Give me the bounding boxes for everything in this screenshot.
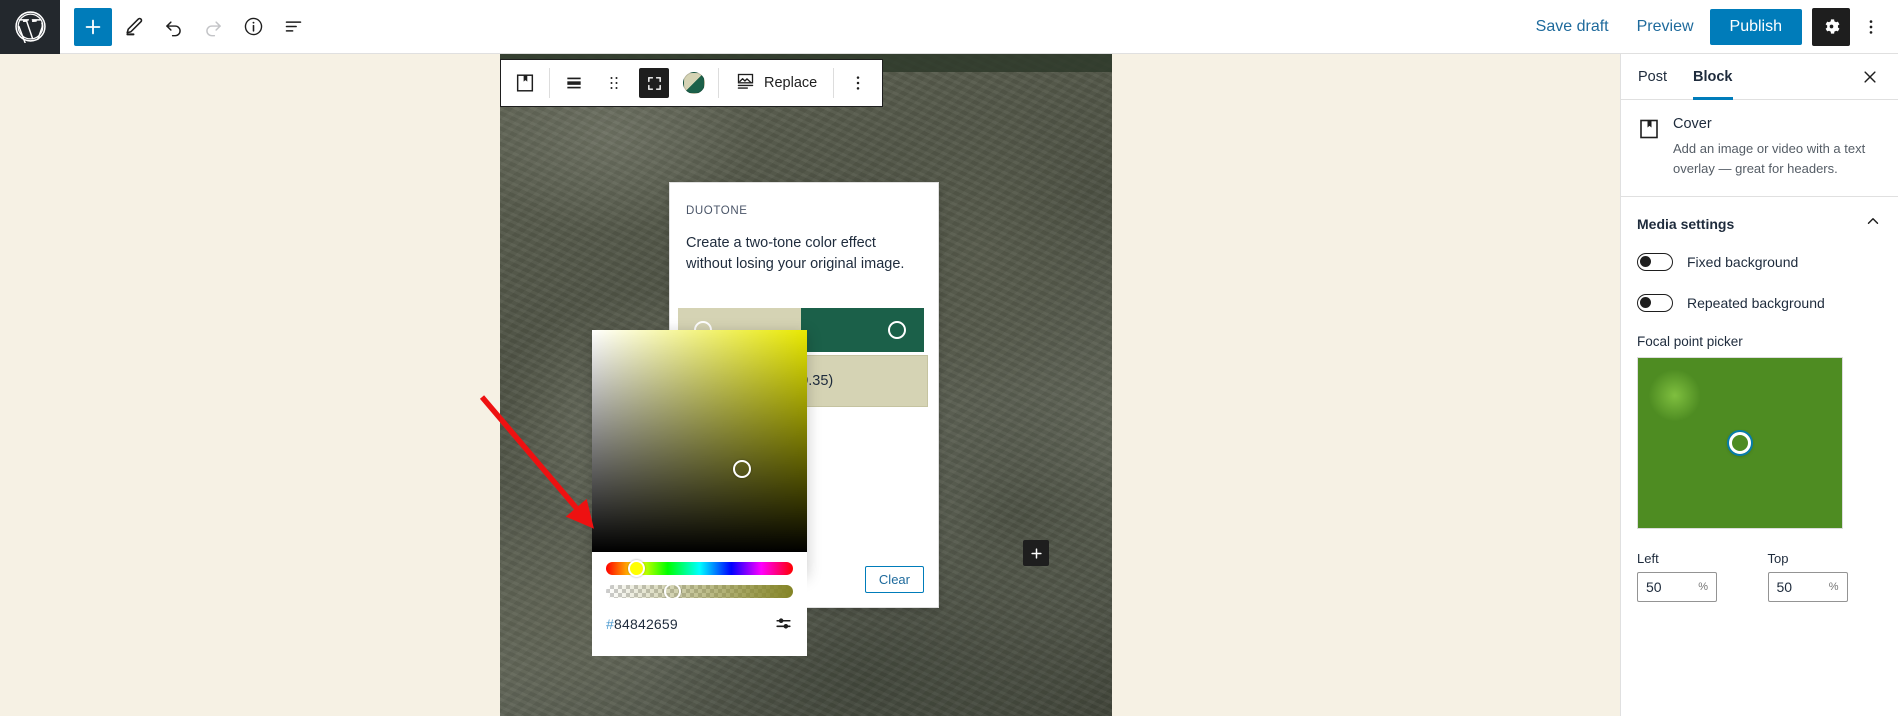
block-controls-section: [550, 60, 718, 106]
color-picker-alpha-knob[interactable]: [664, 585, 681, 598]
sidebar-tabs: Post Block: [1621, 54, 1898, 100]
color-picker-hex-row: #84842659: [606, 614, 793, 633]
color-picker-saturation-area[interactable]: [592, 330, 807, 552]
preview-button[interactable]: Preview: [1625, 10, 1706, 44]
repeated-background-row: Repeated background: [1621, 289, 1898, 317]
block-card-description: Add an image or video with a text overla…: [1673, 141, 1866, 176]
hex-digits: 84842659: [614, 615, 678, 632]
settings-sidebar: Post Block Cover Add an image or video w…: [1620, 54, 1898, 716]
fixed-background-row: Fixed background: [1621, 248, 1898, 276]
save-draft-button[interactable]: Save draft: [1524, 10, 1621, 44]
color-picker-hue-slider[interactable]: [606, 560, 793, 577]
focal-point-picker[interactable]: [1637, 357, 1843, 529]
redo-button[interactable]: [194, 8, 232, 46]
focal-left-input-wrap[interactable]: %: [1637, 572, 1717, 602]
publish-button[interactable]: Publish: [1709, 8, 1802, 45]
media-replace-icon: [735, 71, 756, 96]
fixed-background-label: Fixed background: [1687, 254, 1799, 270]
focal-left-label: Left: [1637, 551, 1659, 566]
expand-fullwidth-icon[interactable]: [639, 68, 669, 98]
focal-point-inputs: Left % Top %: [1621, 529, 1898, 602]
cover-block-icon[interactable]: [505, 60, 545, 106]
clear-button[interactable]: Clear: [864, 566, 924, 593]
focal-left-input[interactable]: [1638, 573, 1694, 601]
duotone-swatch-icon[interactable]: [674, 60, 714, 106]
cover-block-icon: [1637, 117, 1661, 141]
focal-top-label: Top: [1767, 551, 1789, 566]
ellipsis-vertical-icon[interactable]: [838, 60, 878, 106]
focal-left-field: Left %: [1637, 551, 1752, 602]
wordpress-logo-icon[interactable]: [0, 0, 60, 54]
gear-icon[interactable]: [1812, 7, 1850, 46]
close-x-icon[interactable]: [1852, 59, 1888, 95]
toggle-knob: [1640, 256, 1651, 267]
toggle-knob: [1640, 297, 1651, 308]
editor-canvas: Replace DUOTONE Create a two-tone color …: [0, 54, 1633, 716]
media-settings-panel-header[interactable]: Media settings: [1621, 197, 1898, 248]
block-card-title: Cover: [1673, 116, 1712, 132]
details-button[interactable]: [234, 8, 272, 46]
focal-top-field: Top %: [1767, 551, 1883, 602]
edit-tool-button[interactable]: [114, 8, 152, 46]
duotone-heading: DUOTONE: [686, 205, 748, 217]
list-view-button[interactable]: [274, 8, 312, 46]
duotone-description: Create a two-tone color effect without l…: [686, 235, 905, 273]
fixed-background-toggle[interactable]: [1637, 253, 1673, 271]
sliders-icon[interactable]: [774, 614, 793, 633]
cover-block-appender-button[interactable]: [1023, 540, 1049, 566]
focal-left-unit: %: [1698, 581, 1708, 593]
media-settings-title: Media settings: [1637, 215, 1735, 232]
tab-block[interactable]: Block: [1680, 54, 1746, 100]
block-type-section: [501, 60, 549, 106]
repeated-background-label: Repeated background: [1687, 295, 1825, 311]
color-picker-alpha-slider[interactable]: [606, 585, 793, 598]
focal-top-input-wrap[interactable]: %: [1767, 572, 1848, 602]
color-picker-saturation-knob[interactable]: [733, 460, 751, 478]
block-toolbar: Replace: [500, 59, 884, 107]
color-picker-hue-knob[interactable]: [628, 560, 645, 577]
color-picker-popover: #84842659: [592, 330, 807, 656]
top-bar-tools: [74, 7, 312, 46]
block-card-text: Cover Add an image or video with a text …: [1673, 116, 1882, 178]
color-picker-hex-value[interactable]: #84842659: [606, 616, 678, 632]
focal-point-picker-label: Focal point picker: [1637, 334, 1743, 349]
duotone-swatch-preview: [683, 72, 705, 94]
top-bar-actions: Save draft Preview Publish: [1524, 0, 1898, 54]
ellipsis-vertical-icon[interactable]: [1854, 8, 1888, 46]
drag-handle-icon[interactable]: [594, 60, 634, 106]
block-more-section: [834, 60, 882, 106]
repeated-background-toggle[interactable]: [1637, 294, 1673, 312]
block-card: Cover Add an image or video with a text …: [1621, 100, 1898, 197]
duotone-highlight-swatch[interactable]: [801, 308, 924, 353]
focal-top-unit: %: [1828, 581, 1839, 593]
focal-top-input[interactable]: [1768, 573, 1825, 601]
media-replace-label: Replace: [764, 75, 818, 91]
duotone-highlight-knob[interactable]: [888, 321, 906, 340]
replace-section: Replace: [719, 60, 833, 106]
chevron-up-icon[interactable]: [1864, 212, 1882, 235]
undo-button[interactable]: [154, 8, 192, 46]
align-full-icon[interactable]: [554, 60, 594, 106]
focal-point-knob[interactable]: [1729, 432, 1751, 454]
hex-hash: #: [606, 615, 614, 632]
editor-top-bar: Save draft Preview Publish: [0, 0, 1898, 54]
media-replace-button[interactable]: Replace: [723, 60, 829, 106]
tab-post[interactable]: Post: [1625, 54, 1680, 100]
color-picker-controls: #84842659: [592, 552, 807, 656]
add-block-button[interactable]: [74, 7, 112, 46]
